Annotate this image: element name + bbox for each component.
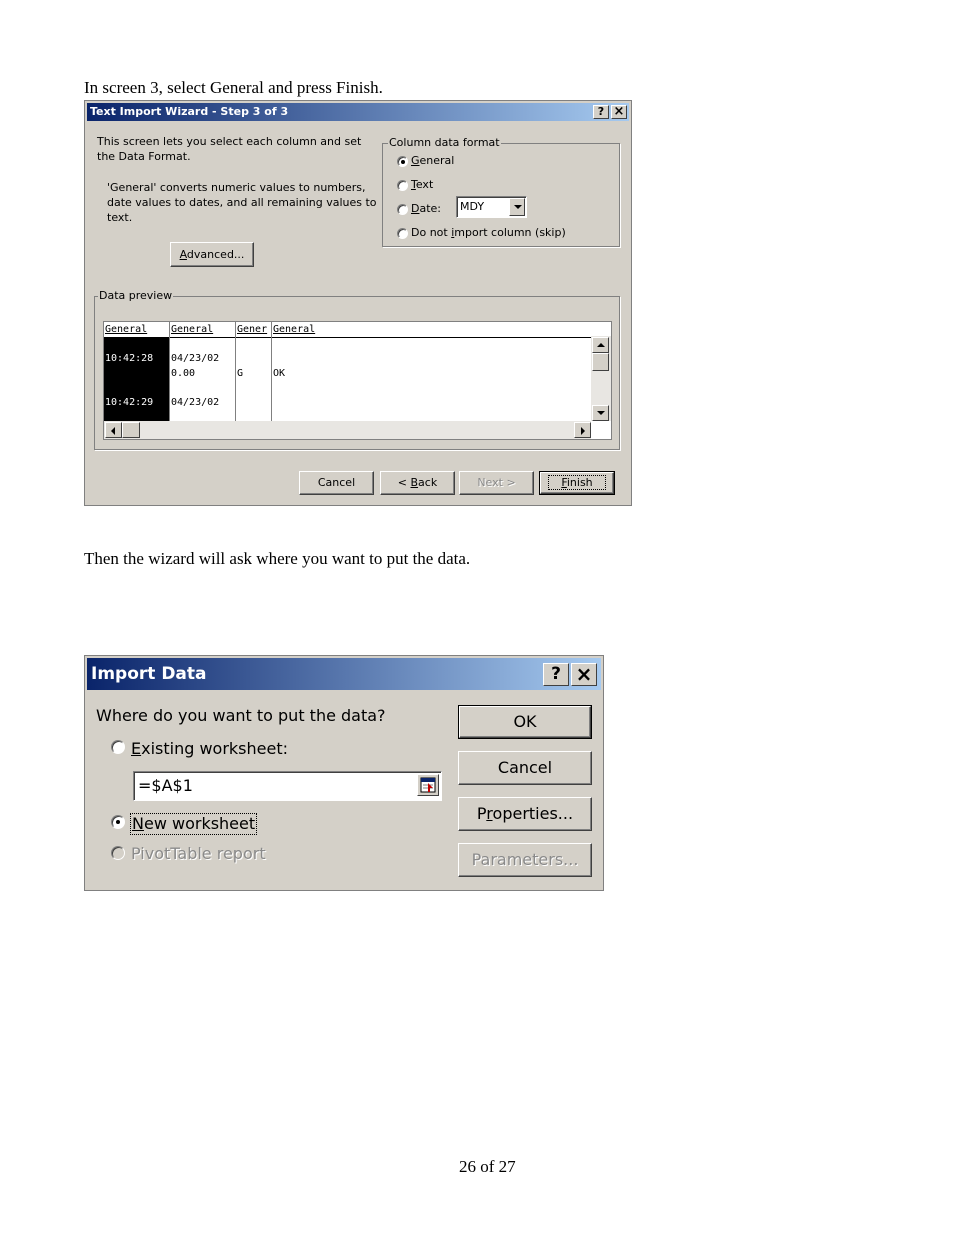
pivottable-label: PivotTable report: [131, 844, 266, 863]
preview-column-header[interactable]: General: [272, 322, 591, 338]
wizard-title: Text Import Wizard - Step 3 of 3: [90, 105, 289, 118]
column-data-format-label: Column data format: [388, 136, 501, 150]
vertical-scroll-thumb[interactable]: [592, 353, 609, 371]
scroll-up-button[interactable]: [592, 337, 609, 353]
help-icon: ?: [597, 105, 605, 118]
vertical-scrollbar[interactable]: [591, 336, 611, 421]
skip-column-radio[interactable]: [397, 228, 408, 239]
data-preview-cells: General 10:42:28 10:42:29 General 04/23/02 0.…: [104, 322, 591, 421]
destination-question: Where do you want to put the data?: [96, 706, 386, 725]
page-number: 26 of 27: [459, 1157, 516, 1176]
wizard-title-bar: Text Import Wizard - Step 3 of 3 ? ×: [87, 103, 629, 121]
data-preview-label: Data preview: [98, 289, 174, 303]
next-button[interactable]: Next >: [459, 471, 534, 495]
cell-reference-value: =$A$1: [138, 776, 193, 795]
help-button[interactable]: ?: [543, 663, 569, 686]
skip-column-radio-label: Do not import column (skip): [411, 226, 566, 239]
preview-cell: 04/23/02: [171, 353, 220, 364]
chevron-down-icon: [514, 205, 522, 209]
pivottable-radio[interactable]: [111, 846, 125, 860]
properties-button[interactable]: Properties...: [458, 797, 592, 831]
close-icon: ×: [613, 104, 625, 119]
preview-column-header[interactable]: General: [104, 322, 169, 338]
cell-reference-input[interactable]: =$A$1: [133, 771, 442, 801]
arrow-right-icon: [581, 427, 585, 435]
date-format-dropdown-button[interactable]: [509, 198, 525, 216]
new-worksheet-label: New worksheet: [130, 813, 258, 835]
preview-cell: 10:42:28: [105, 353, 154, 364]
date-radio[interactable]: [397, 204, 408, 215]
wizard-description: This screen lets you select each column …: [97, 135, 362, 163]
preview-cell: 0.00: [171, 368, 196, 379]
arrow-up-icon: [597, 343, 605, 347]
existing-worksheet-radio[interactable]: [111, 740, 125, 754]
preview-column-header[interactable]: General: [170, 322, 235, 338]
scroll-right-button[interactable]: [574, 422, 591, 438]
new-worksheet-radio[interactable]: [111, 815, 125, 829]
date-format-select[interactable]: MDY: [456, 196, 527, 218]
preview-column-4[interactable]: General OK: [272, 322, 591, 421]
horizontal-scrollbar[interactable]: [104, 421, 591, 439]
text-radio-label: Text: [411, 178, 434, 191]
cancel-button[interactable]: Cancel: [299, 471, 374, 495]
finish-button[interactable]: Finish: [539, 471, 615, 495]
preview-cell: 10:42:29: [105, 397, 154, 408]
general-explanation: 'General' converts numeric values to num…: [107, 181, 377, 224]
help-button[interactable]: ?: [593, 105, 609, 119]
data-preview-grid[interactable]: General 10:42:28 10:42:29 General 04/23/02 0.…: [103, 321, 612, 440]
finish-focus-rect: Finish: [548, 475, 606, 490]
collapse-dialog-icon: [420, 777, 436, 793]
ok-button[interactable]: OK: [458, 705, 592, 739]
preview-column-2[interactable]: General 04/23/02 0.00 04/23/02: [170, 322, 236, 421]
instruction-text: Then the wizard will ask where you want …: [84, 549, 471, 568]
text-radio[interactable]: [397, 180, 408, 191]
preview-cell: 04/23/02: [171, 397, 220, 408]
preview-cell: G: [237, 368, 244, 379]
date-radio-label: Date:: [411, 202, 442, 215]
close-button[interactable]: ×: [571, 663, 597, 686]
existing-worksheet-label: Existing worksheet:: [131, 739, 289, 758]
help-icon: ?: [551, 664, 561, 684]
close-button[interactable]: ×: [611, 105, 627, 119]
import-title: Import Data: [91, 664, 207, 684]
data-preview-group: Data preview General 10:42:28 10:42:29 Gene…: [94, 289, 620, 450]
preview-column-3[interactable]: Gener G: [236, 322, 272, 421]
advanced-button[interactable]: Advanced...: [170, 242, 254, 267]
close-icon: ×: [575, 662, 593, 686]
scroll-down-button[interactable]: [592, 405, 609, 421]
arrow-left-icon: [111, 427, 115, 435]
parameters-button[interactable]: Parameters...: [458, 843, 592, 877]
scroll-left-button[interactable]: [105, 422, 122, 438]
preview-cell: OK: [273, 368, 286, 379]
arrow-down-icon: [597, 411, 605, 415]
horizontal-scroll-thumb[interactable]: [122, 422, 140, 438]
intro-text: In screen 3, select General and press Fi…: [84, 78, 383, 97]
import-title-bar: Import Data ? ×: [87, 658, 601, 690]
import-data-dialog: Import Data ? × Where do you want to put…: [84, 655, 604, 891]
column-data-format-group: Column data format General Text Date: MD…: [382, 136, 620, 247]
general-radio[interactable]: [397, 156, 408, 167]
cancel-button[interactable]: Cancel: [458, 751, 592, 785]
general-radio-label: General: [411, 154, 455, 167]
preview-column-1[interactable]: General 10:42:28 10:42:29: [104, 322, 170, 421]
back-button[interactable]: < Back: [380, 471, 455, 495]
date-format-value: MDY: [460, 200, 485, 213]
text-import-wizard-dialog: Text Import Wizard - Step 3 of 3 ? × Thi…: [84, 100, 632, 506]
preview-column-header[interactable]: Gener: [236, 322, 271, 338]
collapse-dialog-button[interactable]: [417, 774, 439, 796]
